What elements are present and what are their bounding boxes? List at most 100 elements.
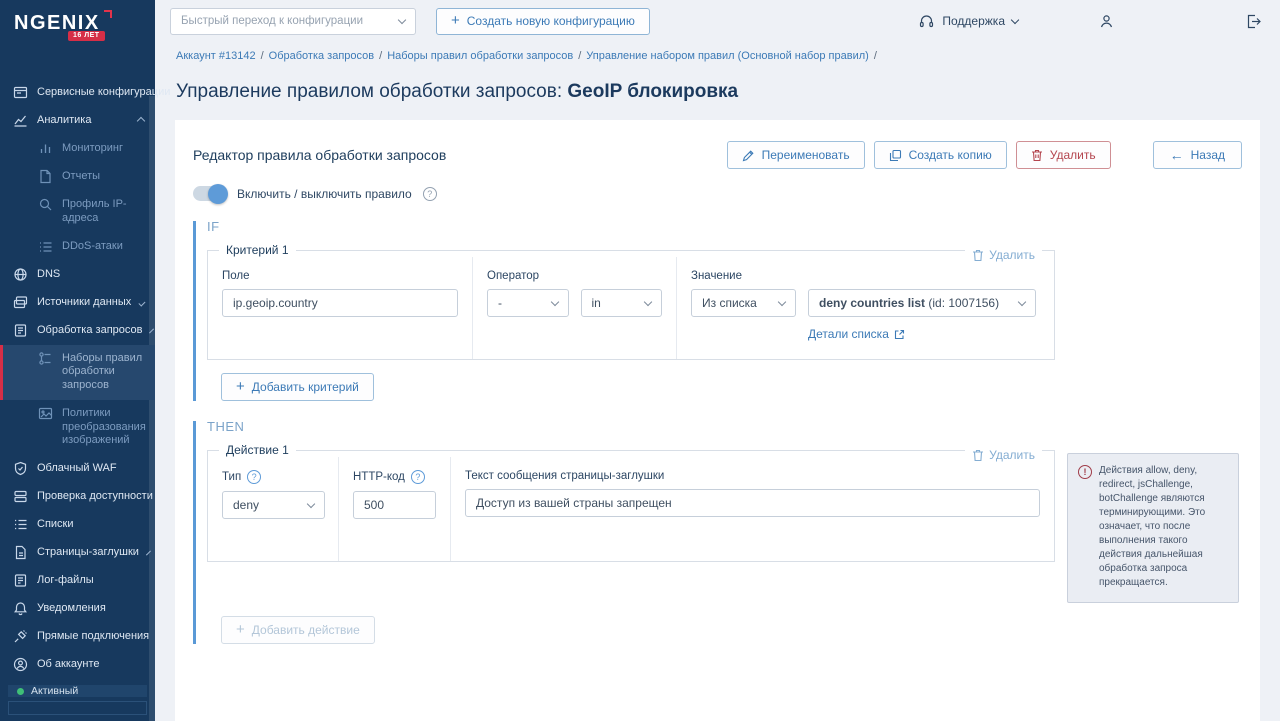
if-label: IF bbox=[207, 219, 1242, 234]
toggle-knob bbox=[208, 184, 228, 204]
breadcrumb-account[interactable]: Аккаунт #13142 bbox=[176, 50, 256, 62]
sidebar-item-direct-connections[interactable]: Прямые подключения bbox=[0, 623, 155, 651]
chevron-down-icon bbox=[307, 499, 315, 507]
copy-icon bbox=[889, 149, 902, 162]
note-text: Действия allow, deny, redirect, jsChalle… bbox=[1099, 464, 1228, 590]
chevron-down-icon bbox=[1011, 15, 1019, 23]
operator-negation-select[interactable]: - bbox=[487, 289, 569, 317]
stub-message-input[interactable] bbox=[465, 489, 1040, 517]
sidebar-item-data-sources[interactable]: Источники данных bbox=[0, 289, 155, 317]
sidebar-item-reports[interactable]: Отчеты bbox=[0, 163, 155, 191]
delete-criterion-link[interactable]: Удалить bbox=[965, 248, 1042, 262]
delete-action-link[interactable]: Удалить bbox=[965, 448, 1042, 462]
sidebar-item-request-processing[interactable]: Обработка запросов bbox=[0, 317, 155, 345]
action-type-select[interactable]: deny bbox=[222, 491, 325, 519]
sidebar-item-notifications[interactable]: Уведомления bbox=[0, 595, 155, 623]
rule-sets-icon bbox=[38, 351, 53, 366]
warning-icon: ! bbox=[1078, 465, 1092, 479]
http-code-column: HTTP-код? bbox=[339, 457, 451, 561]
user-icon[interactable] bbox=[1098, 13, 1115, 30]
monitoring-icon bbox=[38, 141, 53, 156]
add-action-button[interactable]: + Добавить действие bbox=[221, 616, 375, 644]
sidebar-item-availability-check[interactable]: Проверка доступности bbox=[0, 483, 155, 511]
field-column: Поле bbox=[208, 257, 473, 359]
chevron-up-icon bbox=[150, 328, 155, 333]
sidebar-item-ip-profile[interactable]: Профиль IP-адреса bbox=[0, 191, 155, 233]
back-button[interactable]: ← Назад bbox=[1153, 141, 1242, 169]
reports-icon bbox=[38, 169, 53, 184]
breadcrumb-rule-sets[interactable]: Наборы правил обработки запросов bbox=[387, 50, 573, 62]
headset-icon bbox=[918, 13, 935, 30]
value-list-select[interactable]: deny countries list (id: 1007156) bbox=[808, 289, 1036, 317]
topbar: Быстрый переход к конфигурации + Создать… bbox=[155, 0, 1280, 42]
sidebar-menu: Сервисные конфигурации Аналитика Монитор… bbox=[0, 79, 155, 679]
rename-button[interactable]: Переименовать bbox=[727, 141, 865, 169]
field-label: Поле bbox=[222, 270, 458, 282]
http-code-input[interactable] bbox=[353, 491, 436, 519]
breadcrumb-rule-set-management[interactable]: Управление набором правил (Основной набо… bbox=[586, 50, 869, 62]
image-policies-icon bbox=[38, 406, 53, 421]
then-section: THEN Действие 1 Удалить Тип? deny bbox=[193, 419, 1242, 644]
topbar-right: Поддержка bbox=[918, 13, 1262, 30]
sidebar-item-service-configurations[interactable]: Сервисные конфигурации bbox=[0, 79, 155, 107]
http-code-label: HTTP-код bbox=[353, 471, 405, 483]
stub-message-label: Текст сообщения страницы-заглушки bbox=[465, 470, 1040, 482]
request-processing-icon bbox=[13, 323, 28, 338]
quick-config-placeholder: Быстрый переход к конфигурации bbox=[181, 15, 391, 27]
chevron-down-icon bbox=[550, 297, 558, 305]
value-source-select[interactable]: Из списка bbox=[691, 289, 796, 317]
type-label: Тип bbox=[222, 471, 241, 483]
field-input[interactable] bbox=[222, 289, 458, 317]
type-help-icon[interactable]: ? bbox=[247, 470, 261, 484]
sidebar-item-ddos-attacks[interactable]: DDoS-атаки bbox=[0, 233, 155, 261]
stub-pages-icon bbox=[13, 545, 28, 560]
http-code-help-icon[interactable]: ? bbox=[411, 470, 425, 484]
sidebar-item-log-files[interactable]: Лог-файлы bbox=[0, 567, 155, 595]
sidebar-item-rule-sets[interactable]: Наборы правил обработки запросов bbox=[0, 345, 155, 400]
trash-icon bbox=[1031, 149, 1043, 162]
toggle-help-icon[interactable]: ? bbox=[423, 187, 437, 201]
logo[interactable]: NGENIX 16 ЛЕТ bbox=[0, 0, 155, 35]
chevron-up-icon bbox=[137, 117, 145, 125]
ddos-list-icon bbox=[38, 239, 53, 254]
copy-button[interactable]: Создать копию bbox=[874, 141, 1007, 169]
lists-icon bbox=[13, 517, 28, 532]
breadcrumb-request-processing[interactable]: Обработка запросов bbox=[269, 50, 374, 62]
chevron-down-icon bbox=[146, 551, 151, 556]
value-column: Значение Из списка deny countries list (… bbox=[677, 257, 1054, 359]
delete-rule-button[interactable]: Удалить bbox=[1016, 141, 1111, 169]
logo-anniversary-badge: 16 ЛЕТ bbox=[68, 31, 105, 41]
dns-globe-icon bbox=[13, 267, 28, 282]
support-menu[interactable]: Поддержка bbox=[918, 13, 1018, 30]
account-name-box[interactable] bbox=[8, 701, 147, 715]
account-status-badge[interactable]: Активный bbox=[8, 685, 147, 697]
availability-servers-icon bbox=[13, 489, 28, 504]
sidebar-item-cloud-waf[interactable]: Облачный WAF bbox=[0, 455, 155, 483]
sidebar-item-lists[interactable]: Списки bbox=[0, 511, 155, 539]
operator-label: Оператор bbox=[487, 270, 662, 282]
data-sources-icon bbox=[13, 295, 28, 310]
quick-config-select[interactable]: Быстрый переход к конфигурации bbox=[170, 8, 416, 35]
trash-icon bbox=[972, 449, 984, 462]
add-criterion-button[interactable]: + Добавить критерий bbox=[221, 373, 374, 401]
create-configuration-button[interactable]: + Создать новую конфигурацию bbox=[436, 8, 650, 35]
arrow-left-icon: ← bbox=[1170, 148, 1184, 162]
criterion-fieldset: Критерий 1 Удалить Поле Оператор bbox=[207, 243, 1055, 360]
sidebar-item-stub-pages[interactable]: Страницы-заглушки bbox=[0, 539, 155, 567]
sidebar-item-monitoring[interactable]: Мониторинг bbox=[0, 135, 155, 163]
list-details-link[interactable]: Детали списка bbox=[808, 327, 905, 341]
sidebar-item-dns[interactable]: DNS bbox=[0, 261, 155, 289]
direct-connections-icon bbox=[13, 629, 28, 644]
sidebar-item-about-account[interactable]: Об аккаунте bbox=[0, 651, 155, 679]
sidebar-item-image-policies[interactable]: Политики преобразования изображений bbox=[0, 400, 155, 455]
chevron-down-icon bbox=[398, 15, 406, 23]
operator-select[interactable]: in bbox=[581, 289, 663, 317]
sidebar-item-analytics[interactable]: Аналитика bbox=[0, 107, 155, 135]
analytics-icon bbox=[13, 113, 28, 128]
rule-enabled-toggle[interactable] bbox=[193, 186, 226, 201]
if-section: IF Критерий 1 Удалить Поле Операто bbox=[193, 219, 1242, 401]
then-label: THEN bbox=[207, 419, 1242, 434]
sidebar: NGENIX 16 ЛЕТ Сервисные конфигурации Ана… bbox=[0, 0, 155, 721]
logout-icon[interactable] bbox=[1245, 13, 1262, 30]
operator-column: Оператор - in bbox=[473, 257, 677, 359]
